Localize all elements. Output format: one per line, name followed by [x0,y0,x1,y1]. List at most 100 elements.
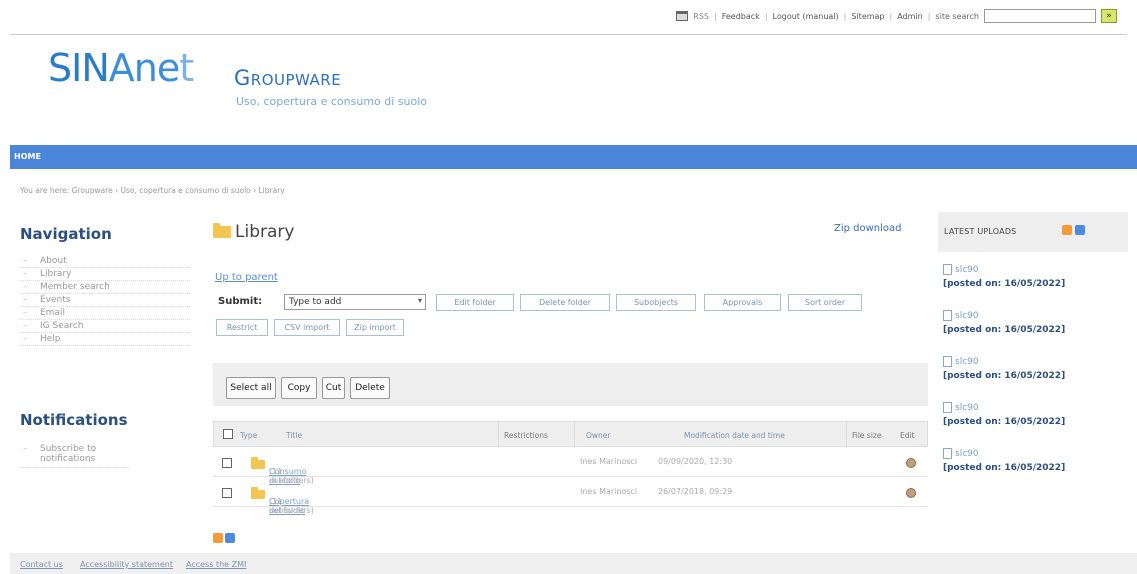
footer: Contact us Accessibility statement Acces… [10,553,1137,574]
upload-file-link[interactable]: slc90 [955,357,979,367]
select-all-checkbox[interactable] [223,429,233,439]
library-table: Type Title Restrictions Owner Modificati… [213,421,928,515]
col-modification-date[interactable]: Modification date and time [684,431,785,440]
upload-item: slc90 [posted on: 16/05/2022] [943,356,1133,381]
subscribe-notifications-link[interactable]: Subscribe to notifications [20,442,130,468]
col-restrictions: Restrictions [504,431,548,440]
notifications-heading: Notifications [20,411,128,429]
row-checkbox[interactable] [222,488,232,498]
nav-item-help[interactable]: Help [20,333,190,346]
atom-feed-icon[interactable] [225,533,235,543]
submit-toolbar: Submit: Type to add ▾ Edit folder Delete… [215,292,927,350]
sitemap-link[interactable]: Sitemap [851,12,884,21]
nav-item-member-search[interactable]: Member search [20,281,190,294]
bulk-action-bar: Select all Copy Cut Delete [213,363,928,406]
logout-link[interactable]: Logout (manual) [773,12,839,21]
row-owner: Ines Marinosci [580,487,638,496]
page-title: Library [213,222,294,242]
nav-item-library[interactable]: Library [20,268,190,281]
zip-import-button[interactable]: Zip import [346,319,404,336]
col-edit: Edit [900,431,915,440]
edit-icon[interactable] [906,458,916,468]
upload-posted-date: [posted on: 16/05/2022] [943,417,1066,427]
subobjects-button[interactable]: Subobjects [616,294,696,311]
contact-us-link[interactable]: Contact us [20,560,63,569]
zip-download-link[interactable]: Zip download [834,223,902,234]
cut-button[interactable]: Cut [322,377,345,399]
upload-posted-date: [posted on: 16/05/2022] [943,279,1066,289]
nav-item-about[interactable]: About [20,255,190,268]
feedback-link[interactable]: Feedback [722,12,760,21]
upload-posted-date: [posted on: 16/05/2022] [943,325,1066,335]
upload-file-link[interactable]: slc90 [955,265,979,275]
navigation-list: About Library Member search Events Email… [20,255,190,346]
row-subfolder-count: (11 subfolders) [269,497,314,515]
sort-order-button[interactable]: Sort order [788,294,862,311]
upload-item: slc90 [posted on: 16/05/2022] [943,402,1133,427]
row-owner: Ines Marinosci [580,457,638,466]
copy-button[interactable]: Copy [281,377,317,399]
upload-file-link[interactable]: slc90 [955,449,979,459]
upload-posted-date: [posted on: 16/05/2022] [943,371,1066,381]
latest-uploads-header: LATEST UPLOADS [938,212,1128,252]
breadcrumb[interactable]: You are here: Groupware › Uso, copertura… [20,186,285,195]
row-checkbox[interactable] [222,458,232,468]
delete-button[interactable]: Delete [350,377,390,399]
upload-file-link[interactable]: slc90 [955,311,979,321]
search-label: site search [935,11,979,21]
header-divider [10,34,1127,35]
document-icon [943,310,952,321]
csv-import-button[interactable]: CSV import [274,319,340,336]
top-toolbar: RSS | Feedback | Logout (manual) | Sitem… [676,7,1117,25]
accessibility-link[interactable]: Accessibility statement [80,560,173,569]
approvals-button[interactable]: Approvals [704,294,781,311]
navigation-heading: Navigation [20,225,112,243]
group-subtitle: Uso, copertura e consumo di suolo [236,95,428,108]
access-zmi-link[interactable]: Access the ZMI [186,560,246,569]
nav-item-events[interactable]: Events [20,294,190,307]
atom-feed-icon[interactable] [1075,225,1085,235]
notifications-list: Subscribe to notifications [20,442,190,468]
print-icon[interactable] [676,11,689,21]
table-row[interactable]: Copertura del suolo (11 subfolders) Ines… [213,477,928,515]
table-header: Type Title Restrictions Owner Modificati… [213,421,928,448]
upload-item: slc90 [posted on: 16/05/2022] [943,264,1133,289]
nav-item-email[interactable]: Email [20,307,190,320]
admin-link[interactable]: Admin [897,12,923,21]
rss-feed-icon[interactable] [1062,225,1072,235]
home-tab[interactable]: HOME [14,152,41,161]
col-type[interactable]: Type [240,431,257,440]
upload-file-link[interactable]: slc90 [955,403,979,413]
upload-item: slc90 [posted on: 16/05/2022] [943,310,1133,335]
rss-icon[interactable]: RSS [693,12,709,21]
delete-folder-button[interactable]: Delete folder [520,294,610,311]
chevron-down-icon: ▾ [417,296,422,305]
table-row[interactable]: Consumo di suolo (11 subfolders) Ines Ma… [213,447,928,485]
col-owner[interactable]: Owner [586,431,611,440]
site-search-input[interactable] [984,9,1096,23]
type-to-add-select[interactable]: Type to add ▾ [284,294,426,310]
col-title[interactable]: Title [286,431,302,440]
folder-icon [251,487,265,499]
search-go-button[interactable]: » [1101,9,1117,23]
select-all-button[interactable]: Select all [226,377,276,399]
edit-icon[interactable] [906,488,916,498]
sinanet-logo[interactable]: SINAnet [48,46,194,90]
upload-posted-date: [posted on: 16/05/2022] [943,463,1066,473]
edit-folder-button[interactable]: Edit folder [436,294,514,311]
document-icon [943,402,952,413]
main-nav-bar: HOME [10,145,1137,169]
folder-icon [251,457,265,469]
nav-item-ig-search[interactable]: IG Search [20,320,190,333]
upload-item: slc90 [posted on: 16/05/2022] [943,448,1133,473]
folder-icon [213,223,231,238]
row-modified: 26/07/2018, 09:29 [658,487,733,496]
up-to-parent-link[interactable]: Up to parent [215,272,278,283]
rss-feed-icon[interactable] [213,533,223,543]
document-icon [943,448,952,459]
document-icon [943,264,952,275]
document-icon [943,356,952,367]
restrict-button[interactable]: Restrict [216,319,268,336]
submit-label: Submit: [218,296,263,307]
row-modified: 09/09/2020, 12:30 [658,457,733,466]
